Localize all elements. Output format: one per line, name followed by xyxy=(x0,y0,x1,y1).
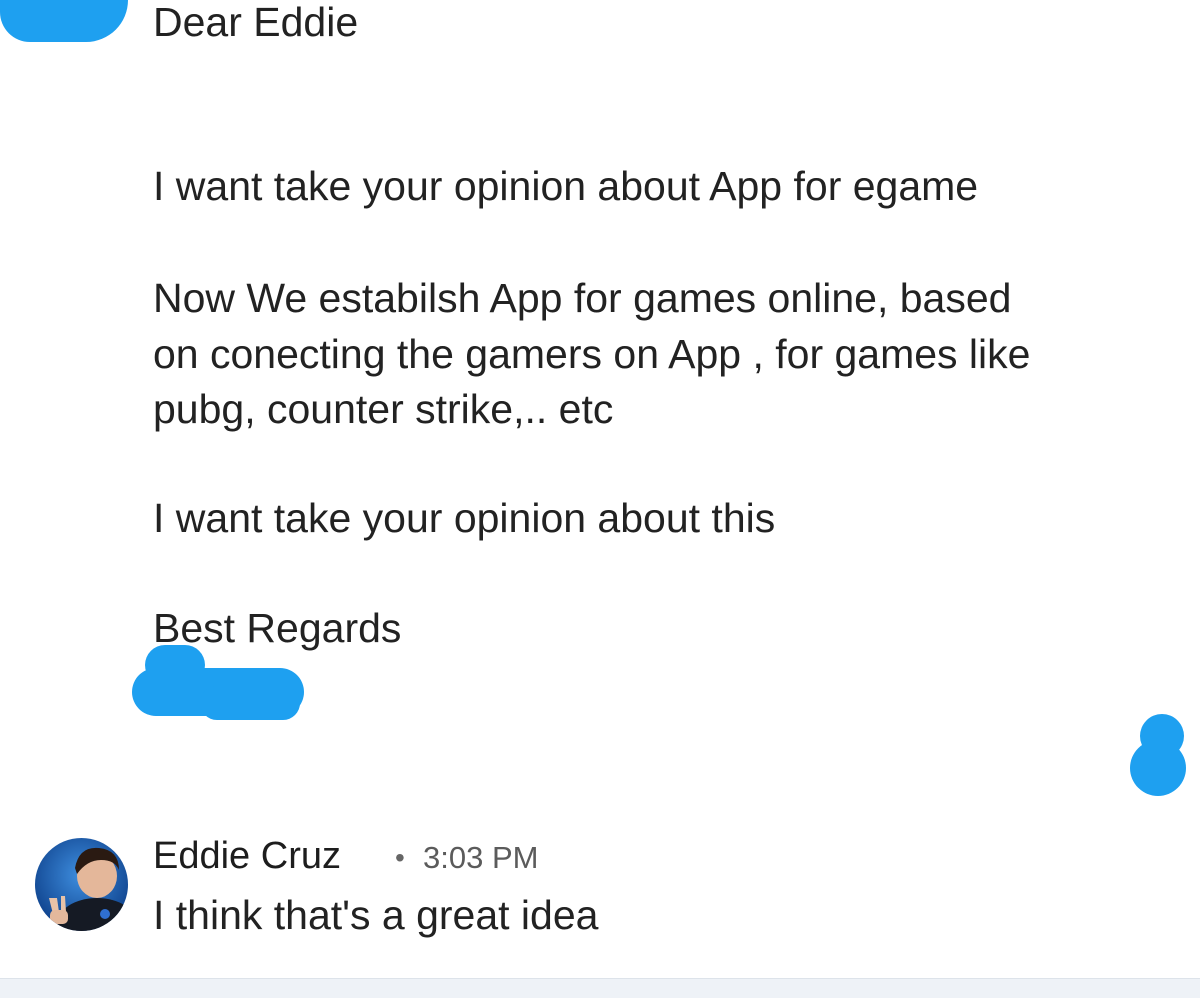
message-paragraph-line-1: Now We estabilsh App for games online, b… xyxy=(153,275,1012,321)
message-paragraph-line-3: pubg, counter strike,.. etc xyxy=(153,386,614,432)
message-greeting: Dear Eddie xyxy=(153,0,359,45)
sender-avatar[interactable] xyxy=(35,838,128,931)
avatar-photo-icon xyxy=(35,838,128,931)
message-line-opinion-app: I want take your opinion about App for e… xyxy=(153,163,979,209)
redacted-avatar-top xyxy=(0,0,128,42)
sender-name[interactable]: Eddie Cruz xyxy=(153,830,341,882)
message-line-opinion-this: I want take your opinion about this xyxy=(153,495,776,541)
separator-dot: • xyxy=(395,842,405,873)
reply-message-text: I think that's a great idea xyxy=(153,892,599,938)
compose-bar-edge xyxy=(0,978,1200,998)
message-timestamp: 3:03 PM xyxy=(423,840,539,875)
message-paragraph-line-2: on conecting the gamers on App , for gam… xyxy=(153,331,1031,377)
